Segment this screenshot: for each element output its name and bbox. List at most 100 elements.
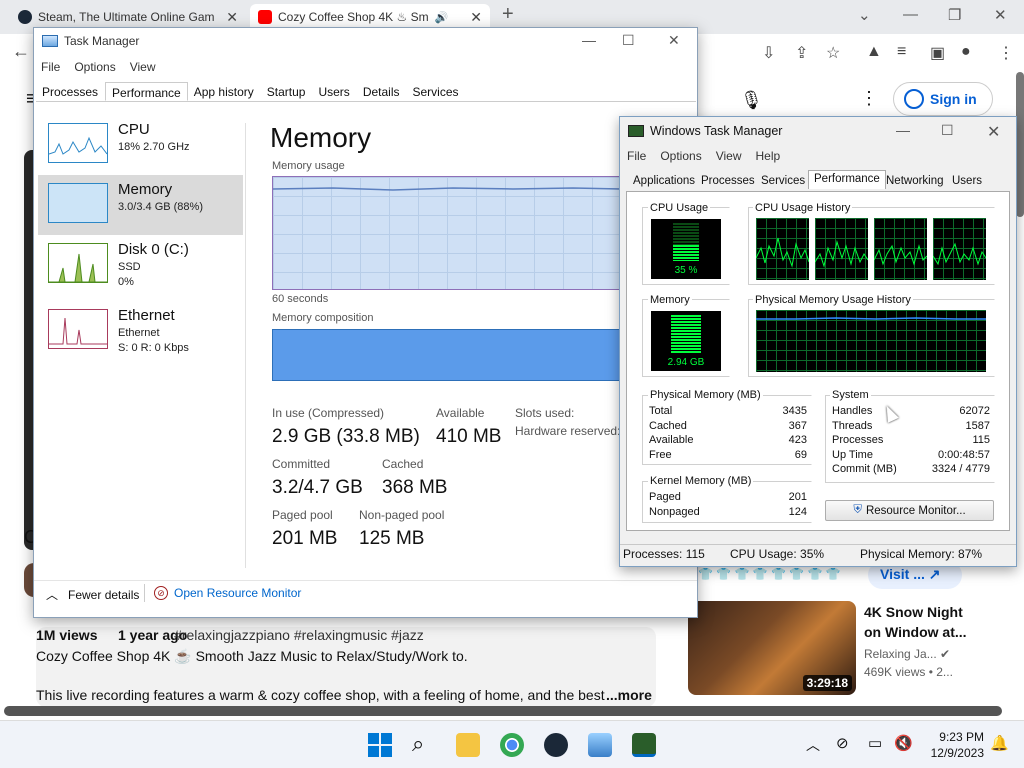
merch-strip[interactable]: 👕 👕 👕 👕 👕 👕 👕 👕 bbox=[698, 567, 841, 581]
cached-label: Cached bbox=[382, 457, 424, 471]
menu-options[interactable]: Options bbox=[660, 149, 701, 163]
youtube-icon bbox=[258, 10, 272, 24]
stat-value: 201 bbox=[788, 491, 807, 503]
minimize-button[interactable]: — bbox=[896, 122, 910, 138]
menu-dots-icon[interactable]: ⋮ bbox=[998, 43, 1014, 63]
video-description[interactable]: 1M views 1 year ago #relaxingjazzpiano #… bbox=[36, 627, 656, 707]
recommended-title[interactable]: 4K Snow Night on Window at... bbox=[864, 602, 967, 642]
extensions-icon[interactable]: ▲ bbox=[866, 43, 882, 61]
tab-strip: Processes Performance App history Startu… bbox=[36, 82, 696, 102]
tab-applications[interactable]: Applications bbox=[628, 173, 700, 189]
menu-file[interactable]: File bbox=[41, 60, 60, 74]
perf-item-memory[interactable]: Memory 3.0/3.4 GB (88%) bbox=[38, 175, 243, 235]
tab-app-history[interactable]: App history bbox=[188, 82, 261, 101]
available-value: 410 MB bbox=[436, 426, 502, 447]
hashtags[interactable]: #relaxingjazzpiano #relaxingmusic #jazz bbox=[174, 627, 424, 643]
stat-value: 3324 / 4779 bbox=[931, 463, 990, 475]
side-panel-icon[interactable]: ▣ bbox=[930, 43, 945, 63]
minimize-button[interactable]: — bbox=[903, 6, 918, 23]
stat-label: Handles bbox=[832, 405, 873, 417]
tab-processes[interactable]: Processes bbox=[36, 82, 105, 101]
menu-help[interactable]: Help bbox=[756, 149, 781, 163]
divider bbox=[245, 123, 246, 568]
tab-services[interactable]: Services bbox=[407, 82, 466, 101]
tab-networking[interactable]: Networking bbox=[881, 173, 949, 189]
network-off-icon[interactable]: ⊘ bbox=[836, 734, 849, 752]
chevron-up-icon[interactable]: ︿ bbox=[806, 735, 820, 755]
share-icon[interactable]: ⇪ bbox=[795, 43, 808, 63]
mute-icon[interactable]: 🔇 bbox=[894, 734, 913, 752]
tab-users[interactable]: Users bbox=[312, 82, 356, 101]
cpu-core-graph bbox=[932, 218, 987, 280]
profile-icon[interactable]: ● bbox=[961, 43, 971, 61]
memory-thumbnail-graph bbox=[48, 183, 108, 223]
open-resource-monitor-link[interactable]: ⊘ Open Resource Monitor bbox=[154, 586, 301, 600]
windows-logo-part bbox=[368, 733, 379, 744]
chrome-icon[interactable] bbox=[500, 733, 524, 757]
photos-icon[interactable] bbox=[588, 733, 612, 757]
fewer-details-button[interactable]: ︿ Fewer details bbox=[46, 586, 139, 603]
recommended-thumbnail[interactable]: 3:29:18 bbox=[688, 601, 856, 695]
visit-label: Visit ... bbox=[880, 566, 925, 582]
speaker-icon[interactable]: 🔊 bbox=[435, 11, 449, 24]
tab-details[interactable]: Details bbox=[357, 82, 407, 101]
search-icon[interactable]: ⌕ bbox=[412, 733, 436, 757]
signin-label: Sign in bbox=[930, 91, 977, 107]
stat-row: Paged 201 bbox=[649, 491, 807, 503]
stat-row: Handles 62072 bbox=[832, 405, 990, 417]
maximize-button[interactable]: ☐ bbox=[941, 122, 954, 139]
tab-services[interactable]: Services bbox=[756, 173, 810, 189]
menu-view[interactable]: View bbox=[130, 60, 156, 74]
cpu-thumbnail-graph bbox=[48, 123, 108, 163]
menu-file[interactable]: File bbox=[627, 149, 646, 163]
clock[interactable]: 9:23 PM 12/9/2023 bbox=[924, 729, 984, 761]
perf-item-cpu[interactable]: CPU 18% 2.70 GHz bbox=[38, 115, 243, 175]
fewer-details-label: Fewer details bbox=[68, 587, 140, 602]
vertical-scrollbar[interactable] bbox=[1016, 72, 1024, 217]
close-button[interactable]: ✕ bbox=[987, 122, 1000, 142]
rec-channel[interactable]: Relaxing Ja... ✔ bbox=[864, 647, 950, 661]
rec-title-line: 4K Snow Night bbox=[864, 604, 963, 620]
back-icon[interactable]: ← bbox=[12, 41, 30, 62]
bookmark-star-icon[interactable]: ☆ bbox=[826, 43, 840, 63]
close-button[interactable]: ✕ bbox=[994, 6, 1007, 24]
close-icon[interactable]: ✕ bbox=[226, 9, 238, 26]
file-explorer-icon[interactable] bbox=[456, 733, 480, 757]
more-icon[interactable]: ⋮ bbox=[860, 88, 878, 109]
menu-options[interactable]: Options bbox=[74, 60, 115, 74]
tab-users[interactable]: Users bbox=[947, 173, 987, 189]
perf-item-ethernet[interactable]: Ethernet Ethernet S: 0 R: 0 Kbps bbox=[38, 301, 243, 361]
memory-usage-label: Memory usage bbox=[272, 160, 345, 172]
tab-processes[interactable]: Processes bbox=[696, 173, 760, 189]
minimize-button[interactable]: — bbox=[582, 32, 596, 48]
perf-item-disk[interactable]: Disk 0 (C:) SSD 0% bbox=[38, 235, 243, 295]
close-button[interactable]: ✕ bbox=[668, 32, 680, 49]
task-manager-window: Task Manager — ☐ ✕ File Options View Pro… bbox=[33, 27, 698, 618]
stat-label: Commit (MB) bbox=[832, 463, 897, 475]
close-icon[interactable]: ✕ bbox=[470, 9, 482, 26]
menu-view[interactable]: View bbox=[716, 149, 742, 163]
tab-performance[interactable]: Performance bbox=[808, 170, 886, 189]
microphone-icon[interactable]: 🎙 bbox=[740, 90, 763, 111]
stat-row: Available 423 bbox=[649, 434, 807, 446]
horizontal-scrollbar[interactable] bbox=[4, 706, 1002, 716]
steam-icon[interactable] bbox=[544, 733, 568, 757]
install-icon[interactable]: ⇩ bbox=[762, 43, 775, 63]
new-tab-button[interactable]: + bbox=[502, 3, 514, 26]
chevron-down-icon[interactable]: ⌄ bbox=[858, 6, 871, 24]
memory-composition-bar bbox=[272, 329, 622, 381]
restore-button[interactable]: ❐ bbox=[948, 6, 961, 24]
signin-button[interactable]: Sign in bbox=[893, 82, 993, 116]
maximize-button[interactable]: ☐ bbox=[622, 32, 635, 49]
cached-value: 368 MB bbox=[382, 477, 448, 498]
tab-performance[interactable]: Performance bbox=[105, 82, 188, 101]
more-link[interactable]: ...more bbox=[606, 687, 652, 703]
resource-monitor-button[interactable]: ⛨ Resource Monitor... bbox=[825, 500, 994, 521]
media-icon[interactable]: ≡ bbox=[897, 43, 906, 61]
notification-bell-icon[interactable]: 🔔 bbox=[990, 734, 1009, 752]
tab-startup[interactable]: Startup bbox=[261, 82, 313, 101]
start-button[interactable] bbox=[368, 733, 392, 757]
disk-thumbnail-graph bbox=[48, 243, 108, 283]
task-manager-taskbar-icon[interactable] bbox=[632, 733, 656, 757]
display-icon[interactable]: ▭ bbox=[868, 734, 882, 752]
